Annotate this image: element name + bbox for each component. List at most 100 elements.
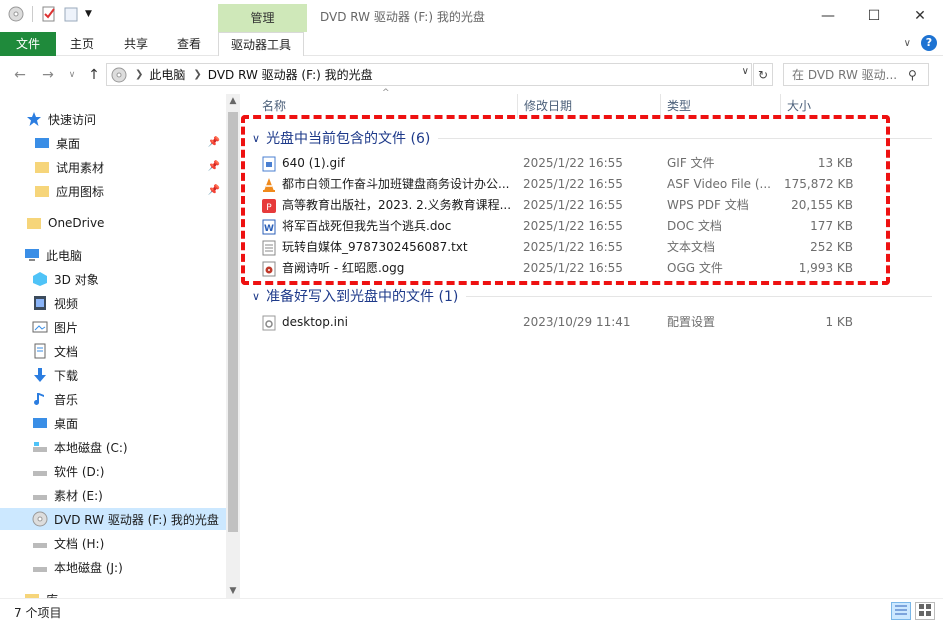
help-icon[interactable]: ? — [921, 35, 937, 51]
pin-icon[interactable]: 📌 — [208, 161, 220, 172]
refresh-icon: ↻ — [757, 67, 769, 82]
sidebar-item-drive-d[interactable]: 软件 (D:) — [0, 460, 226, 482]
pin-icon[interactable]: 📌 — [208, 137, 220, 148]
drive-icon — [32, 439, 48, 455]
sidebar-scrollbar[interactable]: ▲ ▼ — [226, 94, 240, 598]
address-bar[interactable]: ❯ 此电脑 ❯ DVD RW 驱动器 (F:) 我的光盘 ∨ — [106, 63, 752, 86]
chevron-down-icon: ∨ — [68, 70, 76, 80]
group-header-ready-to-burn[interactable]: ∨ 准备好写入到光盘中的文件 (1) — [252, 286, 932, 306]
chevron-right-icon[interactable]: ❯ — [135, 69, 143, 80]
view-switcher — [891, 602, 935, 620]
drive-icon — [32, 535, 48, 551]
scroll-down-icon[interactable]: ▼ — [226, 584, 240, 598]
sidebar-item-label: 音乐 — [54, 392, 79, 407]
drive-icon — [32, 487, 48, 503]
sidebar-item-label: 素材 (E:) — [54, 488, 103, 503]
sidebar-item-label: 下载 — [54, 368, 79, 383]
refresh-button[interactable]: ↻ — [753, 63, 773, 86]
tab-share[interactable]: 共享 — [112, 32, 160, 56]
desktop-icon — [34, 135, 50, 151]
sidebar-item-drive-c[interactable]: 本地磁盘 (C:) — [0, 436, 226, 458]
video-icon — [32, 295, 48, 311]
tab-view[interactable]: 查看 — [165, 32, 213, 56]
group-divider — [466, 295, 932, 297]
search-icon: ⚲ — [908, 68, 917, 82]
sidebar-item-onedrive[interactable]: OneDrive — [0, 212, 226, 234]
settings-file-icon — [262, 315, 276, 331]
large-icons-view-button[interactable] — [915, 602, 935, 620]
sidebar-item-music[interactable]: 音乐 — [0, 388, 226, 410]
maximize-button[interactable]: ☐ — [851, 0, 897, 32]
forward-button[interactable]: → — [38, 65, 58, 85]
status-bar: 7 个项目 — [0, 598, 943, 623]
properties-icon[interactable] — [41, 6, 57, 22]
sidebar-item-label: 桌面 — [54, 416, 79, 431]
sidebar-item-pictures[interactable]: 图片 — [0, 316, 226, 338]
sidebar-item-documents[interactable]: 文档 — [0, 340, 226, 362]
drive-icon — [32, 463, 48, 479]
sidebar-item-downloads[interactable]: 下载 — [0, 364, 226, 386]
sidebar-item-label: 库 — [46, 591, 58, 599]
sidebar-item-label: 视频 — [54, 296, 79, 311]
chevron-right-icon[interactable]: ❯ — [193, 69, 201, 80]
minimize-button[interactable]: — — [805, 0, 851, 32]
ribbon-right-controls: ∨ ? — [904, 35, 937, 51]
group-title: 准备好写入到光盘中的文件 (1) — [266, 289, 459, 305]
sidebar-item-label: 试用素材 — [56, 160, 105, 175]
breadcrumb-this-pc[interactable]: 此电脑 — [149, 66, 185, 83]
sidebar-item-app-icons[interactable]: 应用图标 📌 — [0, 180, 226, 202]
sidebar-item-desktop[interactable]: 桌面 — [0, 412, 226, 434]
sidebar-item-drive-f[interactable]: DVD RW 驱动器 (F:) 我的光盘 — [0, 508, 226, 530]
breadcrumb-current-drive[interactable]: DVD RW 驱动器 (F:) 我的光盘 — [208, 66, 373, 83]
disc-icon[interactable] — [8, 6, 24, 22]
sidebar-item-label: 文档 (H:) — [54, 536, 105, 551]
file-name-cell: desktop.ini — [262, 312, 522, 333]
sidebar-item-label: 本地磁盘 (C:) — [54, 440, 128, 455]
expand-ribbon-icon[interactable]: ∨ — [904, 38, 911, 49]
sidebar-item-trial-material[interactable]: 试用素材 📌 — [0, 156, 226, 178]
arrow-left-icon: ← — [14, 67, 26, 83]
sidebar-item-label: 应用图标 — [56, 184, 105, 199]
sidebar-item-videos[interactable]: 视频 — [0, 292, 226, 314]
sidebar-item-label: 文档 — [54, 344, 79, 359]
sidebar-item-label: 3D 对象 — [54, 272, 99, 287]
window-controls: — ☐ ✕ — [805, 0, 943, 32]
qat-dropdown-icon[interactable]: ▼ — [85, 6, 95, 22]
tab-file[interactable]: 文件 — [0, 32, 56, 56]
sidebar-item-drive-e[interactable]: 素材 (E:) — [0, 484, 226, 506]
scrollbar-thumb[interactable] — [228, 112, 238, 532]
details-view-button[interactable] — [891, 602, 911, 620]
close-button[interactable]: ✕ — [897, 0, 943, 32]
sidebar-item-desktop-pinned[interactable]: 桌面 📌 — [0, 132, 226, 154]
large-icons-view-icon — [919, 603, 931, 619]
navigation-bar: ← → ∨ ↑ ❯ 此电脑 ❯ DVD RW 驱动器 (F:) 我的光盘 ∨ ↻… — [0, 60, 943, 90]
scroll-up-icon[interactable]: ▲ — [226, 94, 240, 108]
sidebar-item-3d-objects[interactable]: 3D 对象 — [0, 268, 226, 290]
sidebar-item-libraries[interactable]: 库 — [0, 588, 226, 598]
pin-icon[interactable]: 📌 — [208, 185, 220, 196]
ribbon-tabs: 文件 主页 共享 查看 驱动器工具 ∨ ? — [0, 32, 943, 56]
sidebar-item-quick-access[interactable]: 快速访问 — [0, 108, 226, 130]
title-bar: ▼ 管理 DVD RW 驱动器 (F:) 我的光盘 — ☐ ✕ — [0, 0, 943, 32]
cube-icon — [32, 271, 48, 287]
sidebar-item-label: DVD RW 驱动器 (F:) 我的光盘 — [54, 512, 219, 527]
recent-locations-button[interactable]: ∨ — [62, 65, 82, 85]
sidebar-item-drive-h[interactable]: 文档 (H:) — [0, 532, 226, 554]
table-row[interactable]: desktop.ini 2023/10/29 11:41 配置设置 1 KB — [244, 312, 943, 333]
up-button[interactable]: ↑ — [84, 65, 104, 85]
new-folder-icon[interactable] — [63, 6, 79, 22]
disc-icon — [111, 67, 127, 83]
folder-icon — [26, 215, 42, 231]
folder-icon — [34, 159, 50, 175]
sidebar-item-label: OneDrive — [48, 216, 105, 230]
sidebar-item-drive-j[interactable]: 本地磁盘 (J:) — [0, 556, 226, 578]
sidebar-item-this-pc[interactable]: 此电脑 — [0, 244, 226, 266]
context-tab-manage[interactable]: 管理 — [218, 4, 307, 32]
tab-drive-tools[interactable]: 驱动器工具 — [218, 32, 305, 56]
file-type: 配置设置 — [667, 315, 716, 329]
back-button[interactable]: ← — [10, 65, 30, 85]
file-size: 1 KB — [825, 315, 853, 329]
address-dropdown-icon[interactable]: ∨ — [742, 66, 749, 77]
tab-home[interactable]: 主页 — [58, 32, 106, 56]
close-icon: ✕ — [914, 8, 926, 24]
